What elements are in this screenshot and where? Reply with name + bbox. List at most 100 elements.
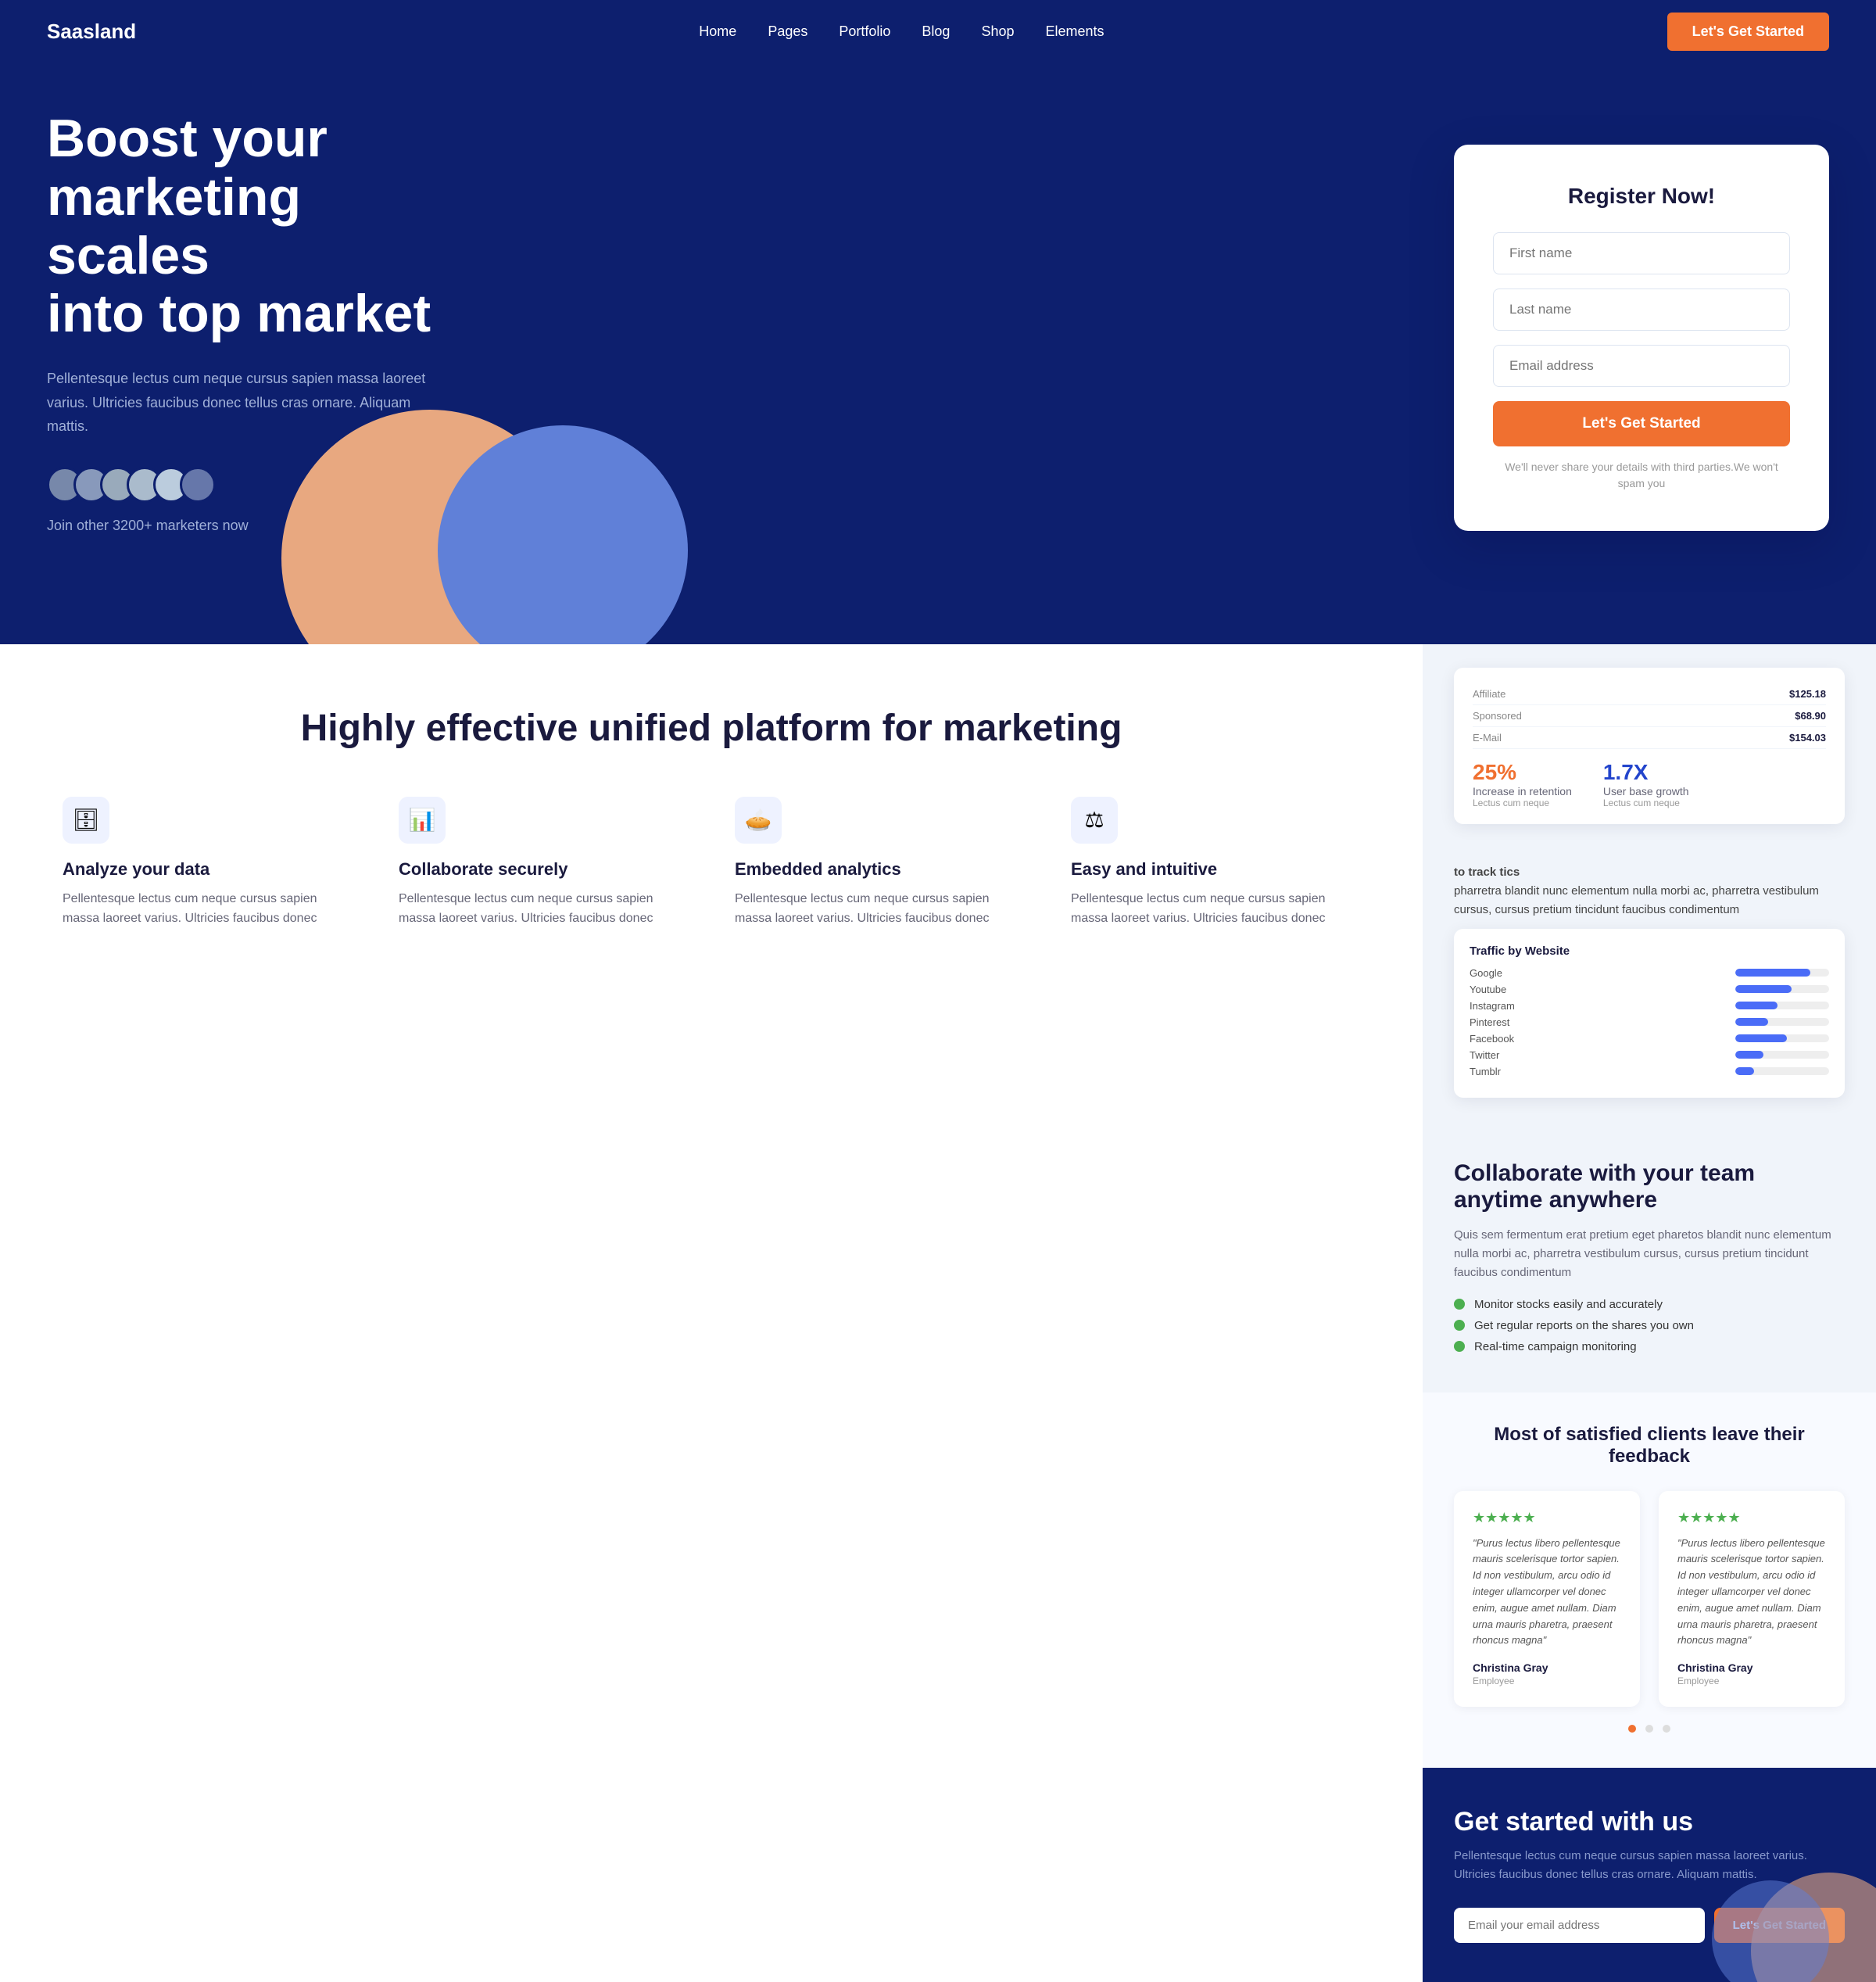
register-title: Register Now! [1493,184,1790,209]
traffic-bar-wrap [1735,1034,1829,1042]
nav-links: Home Pages Portfolio Blog Shop Elements [699,23,1104,40]
traffic-bar-wrap [1735,969,1829,977]
platform-section: Highly effective unified platform for ma… [0,644,1423,976]
feature-analyze-title: Analyze your data [63,859,352,880]
traffic-row-facebook: Facebook [1470,1033,1829,1045]
first-name-input[interactable] [1493,232,1790,274]
avatar [180,467,216,503]
testimonial-author-2: Christina Gray Employee [1677,1661,1826,1688]
traffic-row-pinterest: Pinterest [1470,1016,1829,1028]
right-panel: Affiliate $125.18 Sponsored $68.90 E-Mai… [1423,644,1876,1982]
testimonials-grid: ★★★★★ "Purus lectus libero pellentesque … [1454,1491,1845,1708]
check-item-2: Get regular reports on the shares you ow… [1454,1319,1845,1332]
feature-intuitive-title: Easy and intuitive [1071,859,1360,880]
traffic-row-twitter: Twitter [1470,1049,1829,1061]
nav-home[interactable]: Home [699,23,736,40]
join-text: Join other 3200+ marketers now [47,514,453,538]
nav-cta-button[interactable]: Let's Get Started [1667,13,1829,51]
collaborate-icon: 📊 [399,797,446,844]
feature-collaborate-desc: Pellentesque lectus cum neque cursus sap… [399,889,688,929]
feature-collaborate-title: Collaborate securely [399,859,688,880]
hero-section: Boost your marketing scales into top mar… [0,63,1876,644]
testimonials-section: Most of satisfied clients leave their fe… [1423,1392,1876,1769]
feature-analytics-desc: Pellentesque lectus cum neque cursus sap… [735,889,1024,929]
brand-logo: Saasland [47,20,136,44]
collaborate-title: Collaborate with your team anytime anywh… [1454,1160,1845,1213]
stats-row-email: E-Mail $154.03 [1473,727,1826,749]
analyze-icon: 🗄 [63,797,109,844]
get-started-dark-section: Get started with us Pellentesque lectus … [1423,1768,1876,1982]
form-disclaimer: We'll never share your details with thir… [1493,459,1790,492]
register-card: Register Now! Let's Get Started We'll ne… [1454,145,1829,531]
stars-1: ★★★★★ [1473,1510,1621,1526]
nav-shop[interactable]: Shop [981,23,1014,40]
main-content: Highly effective unified platform for ma… [0,644,1423,1982]
feature-analytics: 🥧 Embedded analytics Pellentesque lectus… [735,797,1024,929]
get-started-title: Get started with us [1454,1807,1845,1837]
check-dot [1454,1341,1465,1352]
last-name-input[interactable] [1493,289,1790,331]
traffic-card: Traffic by Website Google Youtube Instag… [1454,929,1845,1098]
navbar: Saasland Home Pages Portfolio Blog Shop … [0,0,1876,63]
testimonial-card-2: ★★★★★ "Purus lectus libero pellentesque … [1659,1491,1845,1708]
traffic-row-google: Google [1470,967,1829,979]
stat-retention: 25% Increase in retention Lectus cum neq… [1473,760,1572,808]
feature-collaborate: 📊 Collaborate securely Pellentesque lect… [399,797,688,929]
testimonial-text-2: "Purus lectus libero pellentesque mauris… [1677,1536,1826,1650]
testimonials-title: Most of satisfied clients leave their fe… [1454,1424,1845,1468]
nav-elements[interactable]: Elements [1045,23,1104,40]
feature-analyze: 🗄 Analyze your data Pellentesque lectus … [63,797,352,929]
check-dot [1454,1299,1465,1310]
feature-intuitive-desc: Pellentesque lectus cum neque cursus sap… [1071,889,1360,929]
register-submit-button[interactable]: Let's Get Started [1493,401,1790,446]
nav-pages[interactable]: Pages [768,23,807,40]
testimonial-author-1: Christina Gray Employee [1473,1661,1621,1688]
hero-description: Pellentesque lectus cum neque cursus sap… [47,367,453,439]
stats-row-sponsored: Sponsored $68.90 [1473,705,1826,727]
get-started-description: Pellentesque lectus cum neque cursus sap… [1454,1847,1845,1884]
feature-intuitive: ⚖ Easy and intuitive Pellentesque lectus… [1071,797,1360,929]
check-dot [1454,1320,1465,1331]
feature-analyze-desc: Pellentesque lectus cum neque cursus sap… [63,889,352,929]
content-area: Highly effective unified platform for ma… [0,644,1876,1982]
traffic-bar-wrap [1735,1051,1829,1059]
hero-heading: Boost your marketing scales into top mar… [47,109,453,343]
check-item-1: Monitor stocks easily and accurately [1454,1298,1845,1311]
traffic-bar-wrap [1735,1067,1829,1075]
get-started-email-input[interactable] [1454,1908,1705,1943]
dot-3[interactable] [1663,1725,1670,1733]
testimonial-card-1: ★★★★★ "Purus lectus libero pellentesque … [1454,1491,1640,1708]
stat-row: 25% Increase in retention Lectus cum neq… [1473,760,1826,808]
nav-portfolio[interactable]: Portfolio [839,23,890,40]
testimonial-text-1: "Purus lectus libero pellentesque mauris… [1473,1536,1621,1650]
collaborate-description: Quis sem fermentum erat pretium eget pha… [1454,1226,1845,1282]
issues-text: to track tics pharretra blandit nunc ele… [1454,863,1845,919]
traffic-row-youtube: Youtube [1470,984,1829,995]
check-item-3: Real-time campaign monitoring [1454,1340,1845,1353]
traffic-section: to track tics pharretra blandit nunc ele… [1423,863,1876,1129]
intuitive-icon: ⚖ [1071,797,1118,844]
carousel-dots [1454,1722,1845,1736]
email-input[interactable] [1493,345,1790,387]
nav-blog[interactable]: Blog [922,23,950,40]
avatar-group [47,467,216,503]
stat-growth: 1.7X User base growth Lectus cum neque [1603,760,1689,808]
top-right-cards: Affiliate $125.18 Sponsored $68.90 E-Mai… [1423,644,1876,863]
feature-analytics-title: Embedded analytics [735,859,1024,880]
collaborate-section: Collaborate with your team anytime anywh… [1423,1129,1876,1392]
analytics-icon: 🥧 [735,797,782,844]
stars-2: ★★★★★ [1677,1510,1826,1526]
traffic-row-tumblr: Tumblr [1470,1066,1829,1077]
traffic-bar-wrap [1735,1002,1829,1009]
features-grid: 🗄 Analyze your data Pellentesque lectus … [63,797,1360,929]
hero-avatars [47,467,453,503]
hero-text: Boost your marketing scales into top mar… [47,109,453,566]
platform-title: Highly effective unified platform for ma… [63,707,1360,750]
stats-mini-card: Affiliate $125.18 Sponsored $68.90 E-Mai… [1454,668,1845,824]
stats-row-affiliate: Affiliate $125.18 [1473,683,1826,705]
traffic-bar-wrap [1735,1018,1829,1026]
dot-2[interactable] [1645,1725,1653,1733]
dot-1[interactable] [1628,1725,1636,1733]
traffic-row-instagram: Instagram [1470,1000,1829,1012]
traffic-bar-wrap [1735,985,1829,993]
